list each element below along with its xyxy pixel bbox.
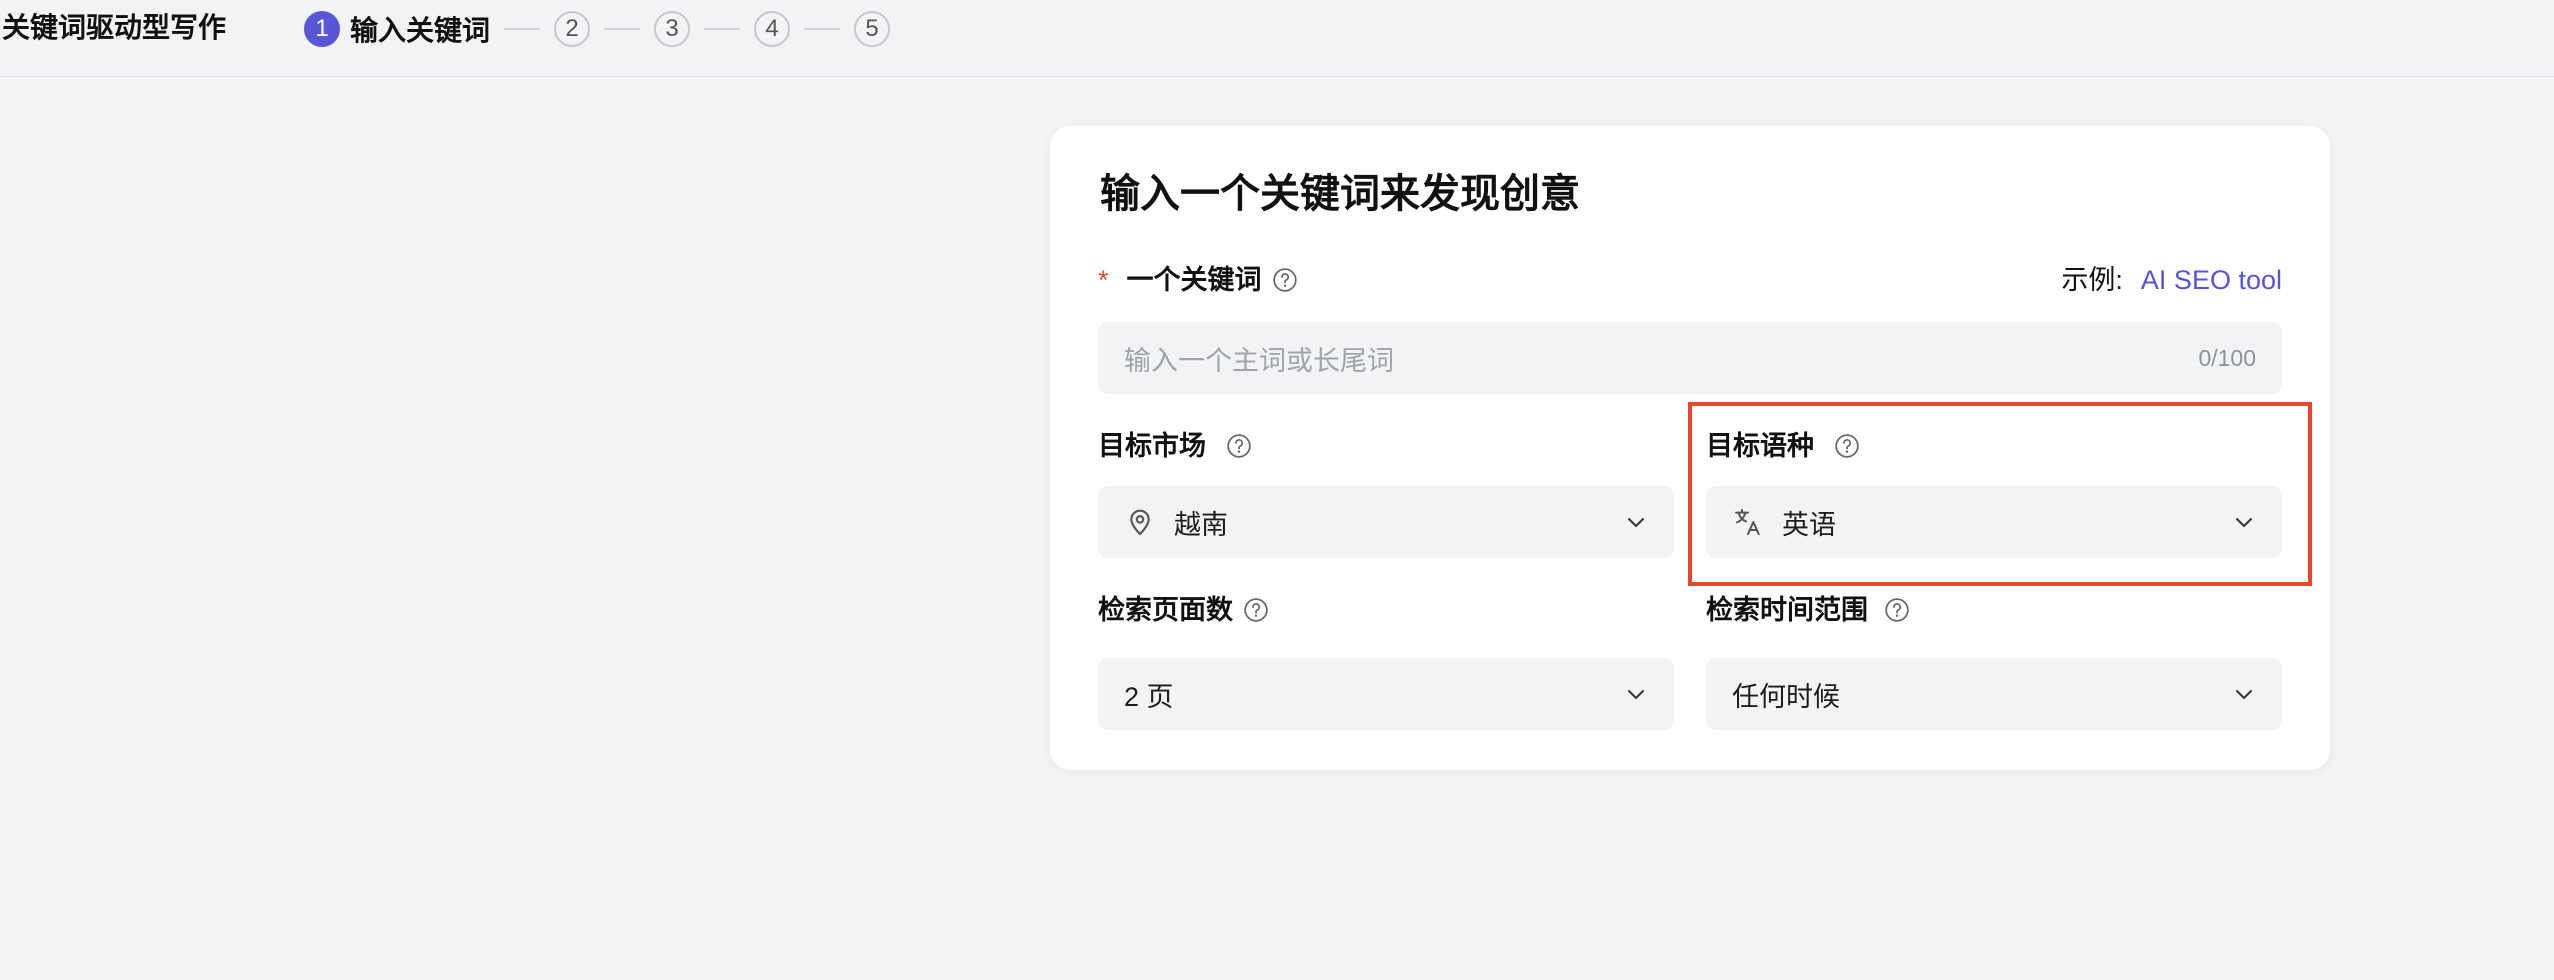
step-4-number: 4 <box>754 11 791 47</box>
help-icon[interactable] <box>1226 433 1252 459</box>
help-icon[interactable] <box>1884 597 1910 623</box>
keyword-label-text: 一个关键词 <box>1126 265 1262 295</box>
time-range-select[interactable]: 任何时候 <box>1706 658 2282 730</box>
keyword-example: 示例: AI SEO tool <box>2061 262 2282 298</box>
required-mark: * <box>1098 265 1109 295</box>
example-link[interactable]: AI SEO tool <box>2141 265 2282 295</box>
help-icon[interactable] <box>1243 597 1269 623</box>
market-label-text: 目标市场 <box>1098 431 1206 461</box>
pages-label: 检索页面数 <box>1098 592 1269 628</box>
step-3-number: 3 <box>654 11 691 47</box>
step-2[interactable]: 2 <box>554 11 591 47</box>
pages-select[interactable]: 2 页 <box>1098 658 1674 730</box>
step-5[interactable]: 5 <box>854 11 891 47</box>
time-range-value: 任何时候 <box>1732 681 1840 712</box>
step-1-number: 1 <box>304 11 340 47</box>
step-connector <box>804 28 841 30</box>
step-connector <box>504 28 541 30</box>
card-title: 输入一个关键词来发现创意 <box>1100 172 1580 216</box>
keyword-placeholder: 输入一个主词或长尾词 <box>1124 345 1394 376</box>
char-counter: 0/100 <box>2198 344 2256 371</box>
language-label-text: 目标语种 <box>1706 431 1814 461</box>
help-icon[interactable] <box>1834 433 1860 459</box>
step-1[interactable]: 1 输入关键词 <box>304 9 490 49</box>
location-pin-icon <box>1124 506 1156 538</box>
chevron-down-icon <box>1624 510 1648 534</box>
language-label: 目标语种 <box>1706 428 1860 464</box>
pages-value: 2 页 <box>1124 681 1174 712</box>
app-title: 关键词驱动型写作 <box>2 12 227 43</box>
market-label: 目标市场 <box>1098 428 1252 464</box>
translate-icon <box>1732 506 1764 538</box>
time-range-label-text: 检索时间范围 <box>1706 595 1868 625</box>
market-value: 越南 <box>1174 509 1228 540</box>
keyword-label: * 一个关键词 <box>1098 262 1298 298</box>
top-bar: 关键词驱动型写作 1 输入关键词 2 3 4 5 <box>0 0 2554 77</box>
help-icon[interactable] <box>1272 267 1298 293</box>
chevron-down-icon <box>2232 682 2256 706</box>
example-prefix: 示例: <box>2061 265 2123 295</box>
chevron-down-icon <box>1624 682 1648 706</box>
language-value: 英语 <box>1782 509 1836 540</box>
stepper: 1 输入关键词 2 3 4 5 <box>304 9 891 49</box>
pages-label-text: 检索页面数 <box>1098 595 1233 625</box>
step-4[interactable]: 4 <box>754 11 791 47</box>
step-2-number: 2 <box>554 11 591 47</box>
chevron-down-icon <box>2232 510 2256 534</box>
keyword-form-card: 输入一个关键词来发现创意 * 一个关键词 示例: AI SEO tool 输入一个… <box>1050 126 2330 770</box>
step-connector <box>604 28 641 30</box>
step-5-number: 5 <box>854 11 891 47</box>
keyword-input[interactable]: 输入一个主词或长尾词 0/100 <box>1098 322 2282 394</box>
language-select[interactable]: 英语 <box>1706 486 2282 558</box>
step-1-label: 输入关键词 <box>350 15 491 46</box>
market-select[interactable]: 越南 <box>1098 486 1674 558</box>
time-range-label: 检索时间范围 <box>1706 592 1910 628</box>
step-3[interactable]: 3 <box>654 11 691 47</box>
step-connector <box>704 28 741 30</box>
